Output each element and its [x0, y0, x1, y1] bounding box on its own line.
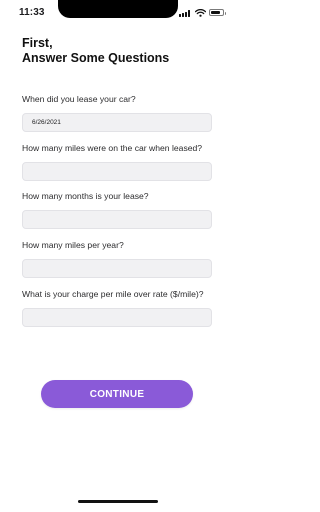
continue-button[interactable]: CONTINUE [41, 380, 193, 408]
device-notch [58, 0, 178, 18]
question-miles-per-year: How many miles per year? [22, 240, 214, 278]
wifi-icon [195, 9, 206, 17]
lease-date-field[interactable]: 6/26/2021 [22, 113, 212, 132]
question-label: How many months is your lease? [22, 191, 149, 201]
question-lease-date: When did you lease your car? 6/26/2021 [22, 94, 214, 132]
status-time: 11:33 [19, 7, 45, 18]
miles-per-year-field[interactable] [22, 259, 212, 278]
cellular-signal-icon [179, 10, 191, 17]
question-overage-rate: What is your charge per mile over rate (… [22, 289, 214, 327]
question-label: When did you lease your car? [22, 94, 136, 104]
battery-icon [209, 9, 226, 16]
home-indicator[interactable] [78, 500, 158, 503]
screen: 11:33 First, Answer Some Questions When … [0, 0, 236, 512]
battery-level [211, 11, 221, 14]
page-title-line-1: First, [22, 36, 53, 50]
lease-months-field[interactable] [22, 210, 212, 229]
question-label: How many miles per year? [22, 240, 124, 250]
question-lease-months: How many months is your lease? [22, 191, 214, 229]
overage-rate-field[interactable] [22, 308, 212, 327]
question-label: How many miles were on the car when leas… [22, 143, 203, 153]
question-starting-miles: How many miles were on the car when leas… [22, 143, 214, 181]
page-title: First, Answer Some Questions [22, 36, 169, 66]
question-label: What is your charge per mile over rate (… [22, 289, 204, 299]
status-bar: 11:33 [0, 0, 236, 24]
page-title-line-2: Answer Some Questions [22, 51, 170, 65]
starting-miles-field[interactable] [22, 162, 212, 181]
